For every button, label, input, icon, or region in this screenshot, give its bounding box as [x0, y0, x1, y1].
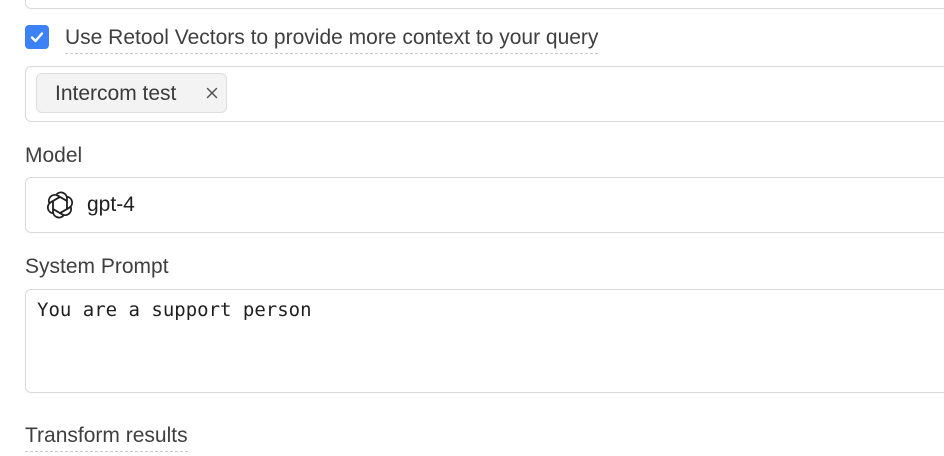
model-select[interactable]: gpt-4	[25, 177, 944, 233]
use-vectors-label[interactable]: Use Retool Vectors to provide more conte…	[65, 24, 599, 54]
use-vectors-checkbox[interactable]	[25, 25, 49, 49]
openai-icon	[47, 191, 73, 219]
vector-tag: Intercom test	[36, 73, 227, 113]
transform-results-toggle[interactable]: Transform results	[25, 422, 188, 452]
system-prompt-input[interactable]: You are a support person	[25, 289, 944, 393]
vectors-tag-field[interactable]: Intercom test	[25, 66, 944, 122]
previous-field[interactable]	[25, 0, 944, 9]
system-prompt-value: You are a support person	[37, 299, 312, 321]
model-value: gpt-4	[87, 193, 135, 216]
vector-tag-label: Intercom test	[55, 82, 177, 105]
checkmark-icon	[30, 32, 44, 43]
model-label: Model	[25, 144, 83, 167]
close-icon[interactable]	[204, 84, 220, 102]
system-prompt-label: System Prompt	[25, 255, 169, 278]
